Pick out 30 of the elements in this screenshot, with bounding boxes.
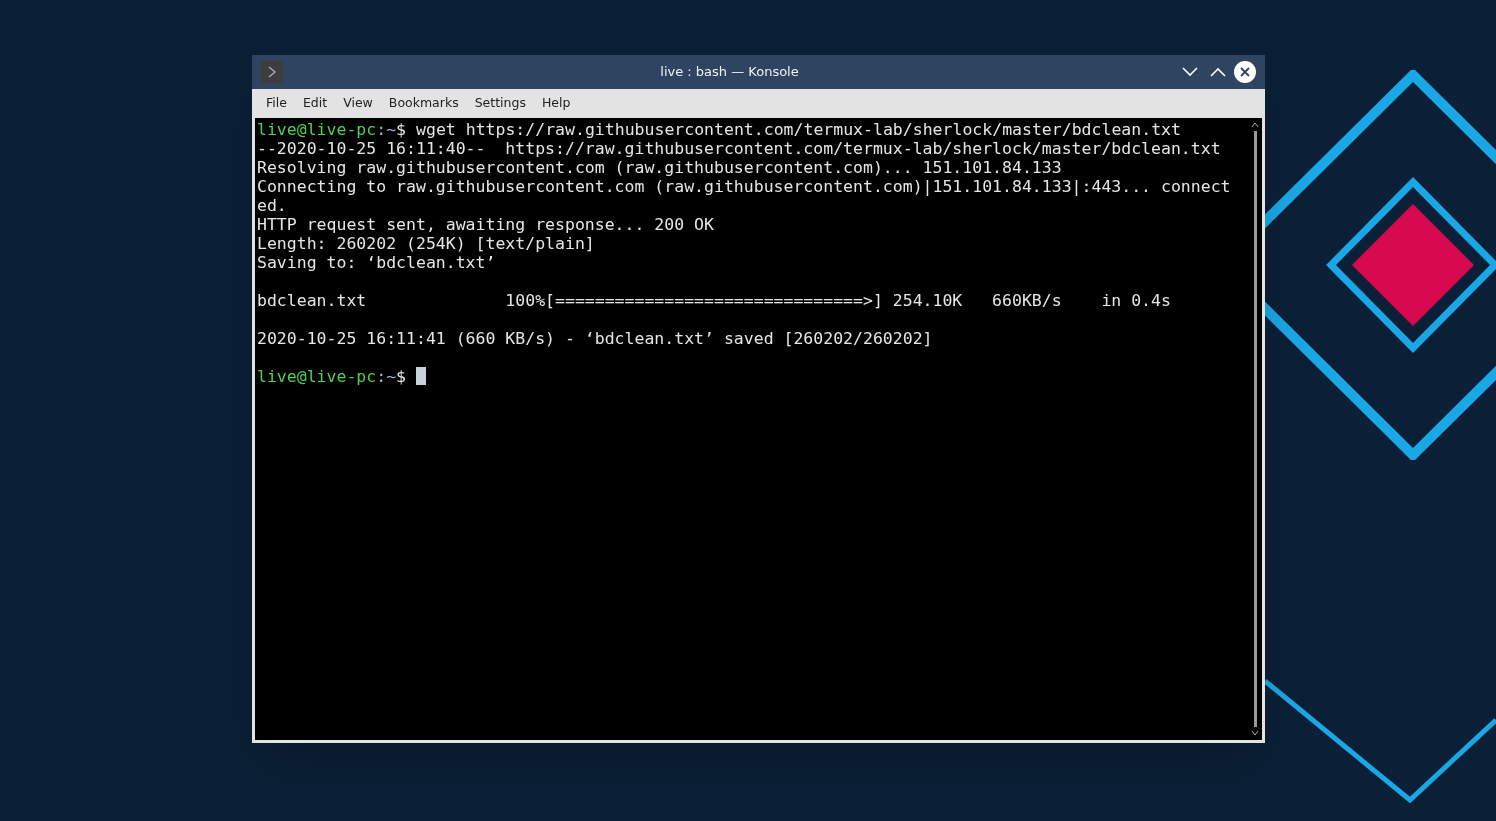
terminal-output-line: Length: 260202 (254K) [text/plain]	[257, 234, 595, 253]
window-title: live : bash — Konsole	[659, 63, 800, 82]
terminal-output-line: Resolving raw.githubusercontent.com (raw.githubusercontent.com)... 151.101.84.133	[257, 158, 1062, 177]
prompt-path: :~	[376, 120, 397, 139]
scroll-up-icon[interactable]	[1251, 122, 1259, 128]
scroll-down-icon[interactable]	[1251, 730, 1259, 736]
terminal-app-icon	[261, 61, 283, 83]
close-button[interactable]	[1234, 61, 1256, 83]
terminal-output-line: 2020-10-25 16:11:41 (660 KB/s) - ‘bdclean.txt’ saved [260202/260202]	[257, 329, 933, 348]
menu-item[interactable]: File	[258, 94, 295, 113]
prompt-symbol: $	[396, 120, 407, 139]
terminal-output-line: Connecting to raw.githubusercontent.com (raw.githubusercontent.com)|151.101.84.133|:443... connect	[257, 177, 1231, 196]
prompt-symbol: $	[396, 367, 407, 386]
terminal-output-line: ed.	[257, 196, 287, 215]
terminal-output-line: bdclean.txt 100%[===============================>] 254.10K 660KB/s in 0.4s	[257, 291, 1171, 310]
prompt-user-host: live@live-pc	[257, 367, 377, 386]
chevron-down-icon	[1182, 67, 1198, 77]
menu-item[interactable]: Help	[533, 94, 579, 113]
menu-item[interactable]: Bookmarks	[380, 94, 467, 113]
prompt-user-host: live@live-pc	[257, 120, 377, 139]
command-text: wget https://raw.githubusercontent.com/termux-lab/sherlock/master/bdclean.txt	[416, 120, 1181, 139]
prompt-path: :~	[376, 367, 397, 386]
close-icon	[1240, 67, 1250, 77]
menu-item[interactable]: View	[335, 94, 381, 113]
terminal-output-line: HTTP request sent, awaiting response... 200 OK	[257, 215, 714, 234]
chevron-up-icon	[1210, 67, 1226, 77]
menu-item[interactable]: Settings	[466, 94, 534, 113]
menu-item[interactable]: Edit	[294, 94, 336, 113]
terminal-output-line: Saving to: ‘bdclean.txt’	[257, 253, 496, 272]
terminal-output-line: --2020-10-25 16:11:40-- https://raw.githubusercontent.com/termux-lab/sherlock/master/bdclean.txt	[257, 139, 1221, 158]
